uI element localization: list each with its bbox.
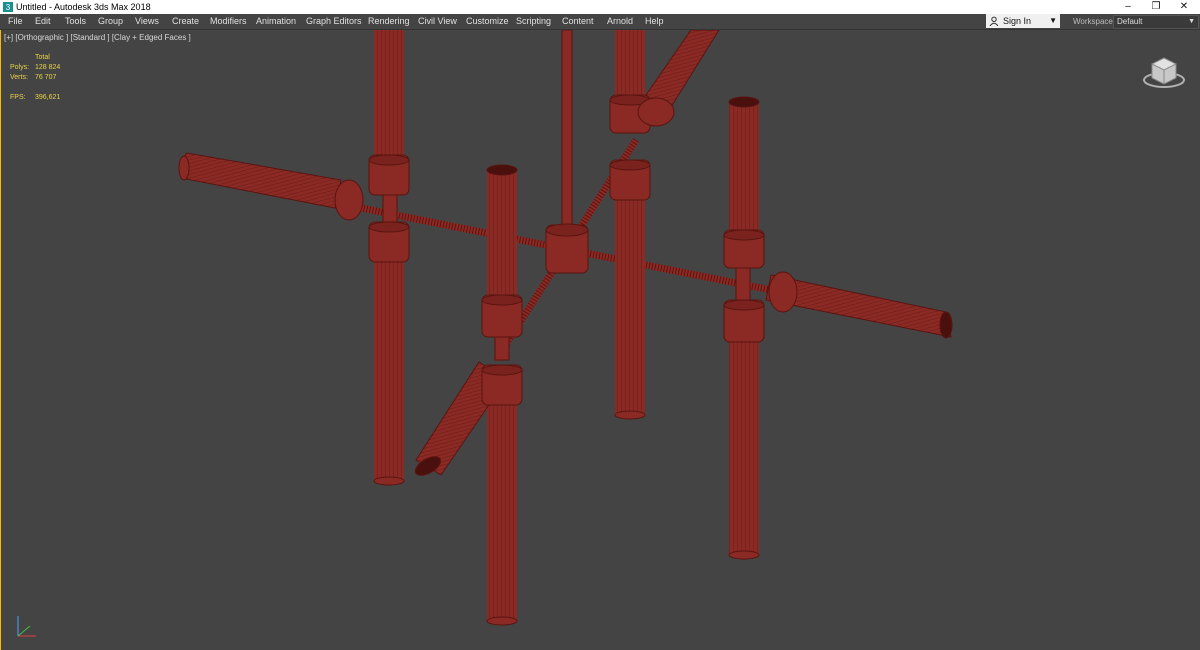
app-icon: 3 bbox=[3, 2, 13, 12]
menu-customize[interactable]: Customize bbox=[466, 15, 509, 28]
window-title: Untitled - Autodesk 3ds Max 2018 bbox=[16, 2, 151, 12]
menu-tools[interactable]: Tools bbox=[65, 15, 86, 28]
connecting-rods bbox=[345, 30, 772, 362]
minimize-button[interactable]: – bbox=[1114, 0, 1142, 14]
title-bar: 3 Untitled - Autodesk 3ds Max 2018 – ❐ ✕ bbox=[0, 0, 1200, 14]
workspaces-value: Default bbox=[1117, 17, 1143, 26]
stats-verts-value: 76 707 bbox=[35, 74, 57, 81]
svg-text:3: 3 bbox=[6, 3, 11, 12]
workspaces-select[interactable]: Default ▼ bbox=[1113, 15, 1199, 29]
menu-content[interactable]: Content bbox=[562, 15, 594, 28]
axis-tripod-icon bbox=[17, 616, 36, 637]
menu-modifiers[interactable]: Modifiers bbox=[210, 15, 247, 28]
menu-civil-view[interactable]: Civil View bbox=[418, 15, 457, 28]
stats-fps-value: 396,621 bbox=[35, 94, 61, 101]
menu-help[interactable]: Help bbox=[645, 15, 664, 28]
chevron-down-icon: ▼ bbox=[1188, 18, 1195, 25]
stats-total-label: Total bbox=[35, 54, 50, 61]
menu-create[interactable]: Create bbox=[172, 15, 199, 28]
menu-file[interactable]: File bbox=[8, 15, 23, 28]
menu-views[interactable]: Views bbox=[135, 15, 159, 28]
menu-rendering[interactable]: Rendering bbox=[368, 15, 410, 28]
menu-animation[interactable]: Animation bbox=[256, 15, 296, 28]
menu-group[interactable]: Group bbox=[98, 15, 123, 28]
scene-render[interactable] bbox=[1, 30, 1199, 650]
stats-polys-label: Polys: bbox=[10, 64, 30, 71]
stats-polys-value: 128 824 bbox=[35, 64, 61, 71]
viewport-label[interactable]: [+] [Orthographic ] [Standard ] [Clay + … bbox=[4, 33, 191, 42]
menu-edit[interactable]: Edit bbox=[35, 15, 51, 28]
sign-in-label: Sign In bbox=[1003, 16, 1032, 26]
stats-fps-label: FPS: bbox=[10, 94, 26, 101]
maximize-button[interactable]: ❐ bbox=[1142, 0, 1170, 14]
menu-arnold[interactable]: Arnold bbox=[607, 15, 633, 28]
menu-graph-editors[interactable]: Graph Editors bbox=[306, 15, 362, 28]
menu-scripting[interactable]: Scripting bbox=[516, 15, 551, 28]
close-button[interactable]: ✕ bbox=[1170, 0, 1198, 14]
stats-verts-label: Verts: bbox=[10, 74, 28, 81]
viewcube-icon[interactable] bbox=[1140, 50, 1188, 94]
chevron-down-icon: ▼ bbox=[1049, 16, 1057, 25]
sign-in-dropdown[interactable]: Sign In ▼ bbox=[986, 14, 1060, 28]
viewport[interactable]: [+] [Orthographic ] [Standard ] [Clay + … bbox=[0, 30, 1200, 650]
user-icon bbox=[989, 16, 999, 26]
